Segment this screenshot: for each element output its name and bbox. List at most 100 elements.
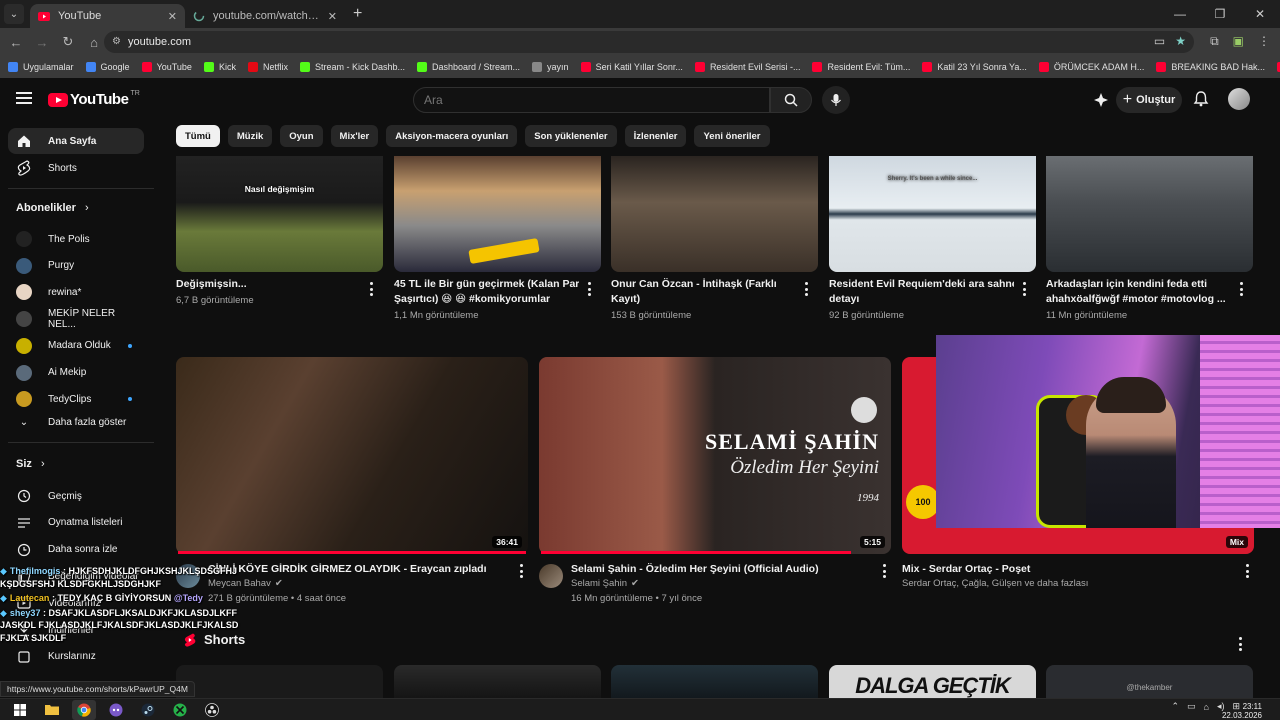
tab-close-icon[interactable]: ✕ bbox=[328, 10, 337, 23]
video-title[interactable]: Selami Şahin - Özledim Her Şeyini (Offic… bbox=[571, 562, 871, 577]
filter-chip[interactable]: Oyun bbox=[280, 125, 323, 147]
site-info-icon[interactable]: ⚙ bbox=[112, 36, 124, 48]
video-title[interactable]: Resident Evil Requiem'deki ara sahne bbox=[829, 277, 1014, 292]
address-input[interactable]: ⚙ youtube.com ▭ ★ bbox=[104, 31, 1194, 53]
sidebar-subscription-item[interactable]: Purgy bbox=[8, 253, 144, 279]
short-thumbnail[interactable]: DALGA GEÇTİK bbox=[829, 665, 1036, 698]
account-avatar[interactable] bbox=[1228, 88, 1250, 110]
video-title[interactable]: Mix - Serdar Ortaç - Poşet bbox=[902, 562, 1202, 577]
search-box[interactable] bbox=[413, 87, 770, 113]
channel-avatar[interactable] bbox=[539, 564, 563, 588]
sidebar-item-playlist[interactable]: Oynatma listeleri bbox=[8, 510, 144, 536]
video-title[interactable]: Arkadaşları için kendini feda etti bbox=[1046, 277, 1231, 292]
start-button[interactable] bbox=[8, 700, 32, 720]
video-thumbnail[interactable]: SELAMİ ŞAHİN Özledim Her Şeyini 1994 5:15 bbox=[539, 357, 891, 554]
sidebar-item-shorts[interactable]: Shorts bbox=[8, 155, 144, 181]
filter-chip[interactable]: Mix'ler bbox=[330, 125, 379, 147]
filter-chip[interactable]: Yeni öneriler bbox=[694, 125, 770, 147]
file-explorer-icon[interactable] bbox=[40, 700, 64, 720]
home-button[interactable]: ⌂ bbox=[82, 30, 106, 54]
cast-icon[interactable]: ▭ bbox=[1154, 34, 1165, 48]
search-input[interactable] bbox=[414, 88, 769, 112]
video-title[interactable]: Şaşırtıcı) 😆 😆 #komikyorumlar bbox=[394, 292, 579, 307]
short-thumbnail[interactable] bbox=[611, 665, 818, 698]
video-title[interactable]: ÇİNLİ KÖYE GİRDİK GİRMEZ OLAYDIK - Erayc… bbox=[208, 562, 508, 577]
bookmark-item[interactable]: Dashboard / Stream... bbox=[417, 62, 520, 72]
discord-icon[interactable] bbox=[104, 700, 128, 720]
filter-chip[interactable]: Son yüklenenler bbox=[525, 125, 617, 147]
you-heading[interactable]: Siz › bbox=[16, 458, 45, 470]
steam-icon[interactable] bbox=[136, 700, 160, 720]
video-title[interactable]: ahahxöalfğwğf #motor #motovlog ... bbox=[1046, 292, 1231, 307]
sidebar-item-watch-later[interactable]: Daha sonra izle bbox=[8, 537, 144, 563]
short-thumbnail[interactable] bbox=[176, 665, 383, 698]
video-title[interactable]: Onur Can Özcan - İntihaşk (Farklı bbox=[611, 277, 796, 292]
video-thumbnail[interactable]: Sherry. It's been a while since... bbox=[829, 156, 1036, 272]
video-more-button[interactable] bbox=[1239, 282, 1243, 296]
filter-chip[interactable]: İzlenenler bbox=[624, 125, 687, 147]
back-button[interactable]: ← bbox=[4, 30, 28, 54]
bookmark-item[interactable]: Seri Katil Yıllar Sonr... bbox=[580, 62, 683, 72]
bookmark-item[interactable]: yayın bbox=[532, 62, 569, 72]
bookmark-item[interactable]: Kick bbox=[203, 62, 236, 72]
video-title[interactable]: Değişmişsin... bbox=[176, 277, 361, 292]
channel-name[interactable]: Selami Şahin ✔ bbox=[571, 577, 639, 591]
shorts-more-button[interactable] bbox=[1238, 637, 1242, 651]
search-button[interactable] bbox=[770, 87, 812, 113]
tab-search-button[interactable]: ⌄ bbox=[4, 4, 24, 24]
profile-icon[interactable]: ▣ bbox=[1233, 34, 1244, 49]
short-thumbnail[interactable] bbox=[394, 665, 601, 698]
channel-name[interactable]: Serdar Ortaç, Çağla, Gülşen ve daha fazl… bbox=[902, 577, 1088, 591]
extensions-icon[interactable]: ⧉ bbox=[1210, 34, 1219, 49]
minimize-button[interactable]: — bbox=[1160, 0, 1200, 28]
bookmark-item[interactable]: Google bbox=[85, 62, 130, 72]
notifications-icon[interactable] bbox=[1192, 90, 1210, 108]
sidebar-item-courses[interactable]: Kurslarınız bbox=[8, 644, 144, 670]
sidebar-subscription-item[interactable]: Ai Mekip bbox=[8, 360, 144, 386]
xbox-icon[interactable] bbox=[168, 700, 192, 720]
sidebar-item-history[interactable]: Geçmiş bbox=[8, 483, 144, 509]
tab-youtube[interactable]: YouTube ✕ bbox=[30, 4, 185, 28]
bookmark-item[interactable]: Resident Evil: Tüm... bbox=[812, 62, 910, 72]
voice-search-button[interactable] bbox=[822, 86, 850, 114]
video-more-button[interactable] bbox=[1022, 282, 1026, 296]
menu-icon[interactable] bbox=[16, 92, 32, 104]
show-more-button[interactable]: ⌄ Daha fazla göster bbox=[8, 409, 144, 435]
close-window-button[interactable]: ✕ bbox=[1240, 0, 1280, 28]
filter-chip[interactable]: Aksiyon-macera oyunları bbox=[386, 125, 518, 147]
youtube-logo[interactable]: YouTube TR bbox=[48, 90, 140, 108]
filter-chip[interactable]: Müzik bbox=[227, 125, 273, 147]
bookmark-item[interactable]: Netflix bbox=[247, 62, 288, 72]
tab-close-icon[interactable]: ✕ bbox=[168, 10, 177, 23]
tab-watch[interactable]: youtube.com/watch?v=ITL98atl ✕ bbox=[185, 4, 345, 28]
bookmark-item[interactable]: Stream - Kick Dashb... bbox=[299, 62, 405, 72]
forward-button[interactable]: → bbox=[30, 30, 54, 54]
create-button[interactable]: + Oluştur bbox=[1116, 87, 1182, 113]
filter-chip[interactable]: Tümü bbox=[176, 125, 220, 147]
short-thumbnail[interactable]: @thekamber bbox=[1046, 665, 1253, 698]
bookmark-item[interactable]: Uygulamalar bbox=[8, 62, 74, 72]
reload-button[interactable]: ↻ bbox=[56, 30, 80, 54]
tray-chevron-icon[interactable]: ⌃ bbox=[1171, 701, 1179, 712]
video-more-button[interactable] bbox=[519, 564, 523, 578]
bookmark-item[interactable]: BREAKING BAD Hak... bbox=[1156, 62, 1265, 72]
video-more-button[interactable] bbox=[587, 282, 591, 296]
video-thumbnail[interactable]: 36:41 bbox=[176, 357, 528, 554]
bookmark-item[interactable]: Resident Evil Serisi -... bbox=[694, 62, 800, 72]
obs-icon[interactable] bbox=[200, 700, 224, 720]
sidebar-subscription-item[interactable]: MEKİP NELER NEL... bbox=[8, 306, 144, 332]
new-tab-button[interactable]: + bbox=[353, 5, 362, 23]
tray-device-icon[interactable]: ▭ bbox=[1187, 701, 1196, 712]
video-title[interactable]: detayı bbox=[829, 292, 1014, 307]
video-title[interactable]: Kayıt) bbox=[611, 292, 796, 307]
sidebar-item-home[interactable]: Ana Sayfa bbox=[8, 128, 144, 154]
bookmark-star-icon[interactable]: ★ bbox=[1175, 34, 1186, 48]
bookmark-item[interactable]: Katil 23 Yıl Sonra Ya... bbox=[922, 62, 1027, 72]
video-thumbnail[interactable] bbox=[611, 156, 818, 272]
video-thumbnail[interactable] bbox=[394, 156, 601, 272]
sparkle-icon[interactable] bbox=[1092, 91, 1110, 109]
clock[interactable]: 23:11 22.03.2026 bbox=[1222, 702, 1262, 720]
video-more-button[interactable] bbox=[804, 282, 808, 296]
sidebar-subscription-item[interactable]: rewina* bbox=[8, 279, 144, 305]
video-title[interactable]: 45 TL ile Bir gün geçirmek (Kalan Para bbox=[394, 277, 579, 292]
